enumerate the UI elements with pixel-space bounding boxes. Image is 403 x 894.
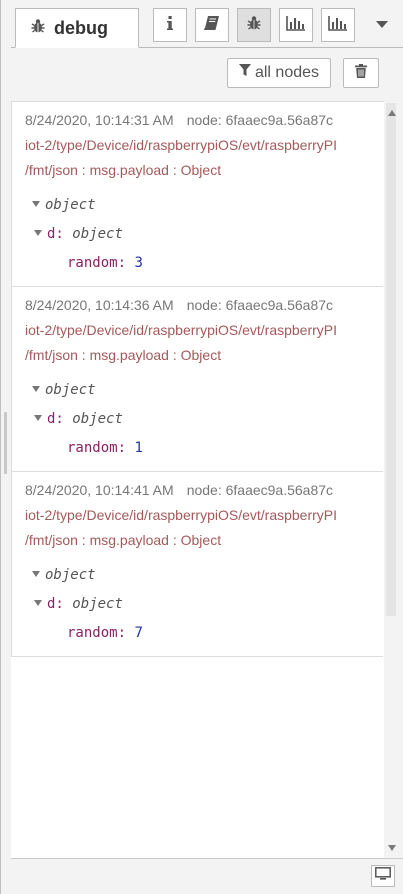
monitor-icon bbox=[375, 867, 391, 885]
message-timestamp: 8/24/2020, 10:14:36 AM bbox=[25, 297, 174, 313]
scroll-down-arrow-icon[interactable] bbox=[388, 845, 396, 851]
debug-message-list: 8/24/2020, 10:14:31 AM node: 6faaec9a.56a… bbox=[11, 101, 394, 858]
message-topic-line: /fmt/json : msg.payload : Object bbox=[25, 162, 222, 178]
caret-down-icon[interactable] bbox=[34, 600, 42, 606]
message-meta: 8/24/2020, 10:14:31 AM node: 6faaec9a.56a… bbox=[12, 102, 383, 133]
bug-icon bbox=[246, 15, 262, 36]
debug-toolbar: all nodes bbox=[11, 48, 403, 100]
tree-node-d[interactable]: d: object bbox=[12, 590, 383, 619]
info-icon bbox=[166, 15, 174, 36]
message-node-link[interactable]: node: 6faaec9a.56a87c bbox=[187, 297, 333, 313]
tab-debug[interactable]: debug bbox=[15, 8, 139, 48]
help-tab-button[interactable] bbox=[195, 8, 229, 42]
filter-nodes-label: all nodes bbox=[254, 64, 320, 81]
resize-handle[interactable] bbox=[4, 412, 7, 474]
scroll-up-arrow-icon[interactable] bbox=[388, 110, 396, 116]
info-tab-button[interactable] bbox=[153, 8, 187, 42]
sidebar-footer bbox=[11, 858, 403, 894]
message-node-link[interactable]: node: 6faaec9a.56a87c bbox=[187, 482, 333, 498]
message-meta: 8/24/2020, 10:14:36 AM node: 6faaec9a.56a… bbox=[12, 287, 383, 318]
debug-sidebar: debug all nodes 8/24/2020, 10:14:31 AM n… bbox=[0, 0, 403, 894]
message-topic-line: /fmt/json : msg.payload : Object bbox=[25, 347, 222, 363]
tree-node-random: random: 1 bbox=[67, 440, 143, 456]
caret-down-icon[interactable] bbox=[32, 201, 40, 207]
message-timestamp: 8/24/2020, 10:14:41 AM bbox=[25, 482, 174, 498]
debug-message[interactable]: 8/24/2020, 10:14:31 AM node: 6faaec9a.56a… bbox=[11, 102, 383, 287]
caret-down-icon[interactable] bbox=[32, 571, 40, 577]
bar-chart-icon bbox=[286, 15, 306, 36]
caret-down-icon[interactable] bbox=[34, 415, 42, 421]
message-topic-line: iot-2/type/Device/id/raspberrypiOS/evt/r… bbox=[25, 322, 338, 338]
tree-node-random: random: 3 bbox=[67, 255, 143, 271]
debug-message[interactable]: 8/24/2020, 10:14:41 AM node: 6faaec9a.56a… bbox=[11, 472, 383, 657]
bug-icon bbox=[30, 18, 46, 39]
bar-chart-icon bbox=[328, 15, 348, 36]
message-topic-line: /fmt/json : msg.payload : Object bbox=[25, 532, 222, 548]
tree-node-root[interactable]: object bbox=[12, 561, 383, 590]
caret-down-icon bbox=[376, 16, 388, 34]
dashboard-layout-tab-button[interactable] bbox=[321, 8, 355, 42]
payload-tree: object d: object random: 3 bbox=[12, 183, 383, 286]
message-meta: 8/24/2020, 10:14:41 AM node: 6faaec9a.56a… bbox=[12, 472, 383, 503]
payload-tree: object d: object random: 1 bbox=[12, 368, 383, 471]
message-list-scrollbar[interactable] bbox=[384, 101, 402, 858]
tree-node-random: random: 7 bbox=[67, 625, 143, 641]
caret-down-icon[interactable] bbox=[32, 386, 40, 392]
message-timestamp: 8/24/2020, 10:14:31 AM bbox=[25, 112, 174, 128]
tree-node-root[interactable]: object bbox=[12, 191, 383, 220]
scrollbar-thumb[interactable] bbox=[386, 103, 396, 616]
open-debug-window-button[interactable] bbox=[371, 865, 395, 887]
trash-icon bbox=[355, 63, 367, 83]
filter-icon bbox=[238, 64, 251, 82]
book-icon bbox=[203, 15, 221, 36]
sidebar-tab-menu-button[interactable] bbox=[365, 8, 399, 42]
filter-nodes-button[interactable]: all nodes bbox=[227, 58, 331, 88]
caret-down-icon[interactable] bbox=[34, 230, 42, 236]
tab-debug-label: debug bbox=[54, 17, 108, 38]
debug-tab-button[interactable] bbox=[237, 8, 271, 42]
tree-node-d[interactable]: d: object bbox=[12, 405, 383, 434]
debug-message[interactable]: 8/24/2020, 10:14:36 AM node: 6faaec9a.56a… bbox=[11, 287, 383, 472]
tree-node-d[interactable]: d: object bbox=[12, 220, 383, 249]
tree-node-root[interactable]: object bbox=[12, 376, 383, 405]
dashboard-tab-button[interactable] bbox=[279, 8, 313, 42]
message-topic-line: iot-2/type/Device/id/raspberrypiOS/evt/r… bbox=[25, 137, 338, 153]
payload-tree: object d: object random: 7 bbox=[12, 553, 383, 656]
clear-messages-button[interactable] bbox=[343, 58, 379, 88]
message-node-link[interactable]: node: 6faaec9a.56a87c bbox=[187, 112, 333, 128]
sidebar-tab-bar: debug bbox=[11, 0, 403, 48]
message-topic-line: iot-2/type/Device/id/raspberrypiOS/evt/r… bbox=[25, 507, 338, 523]
